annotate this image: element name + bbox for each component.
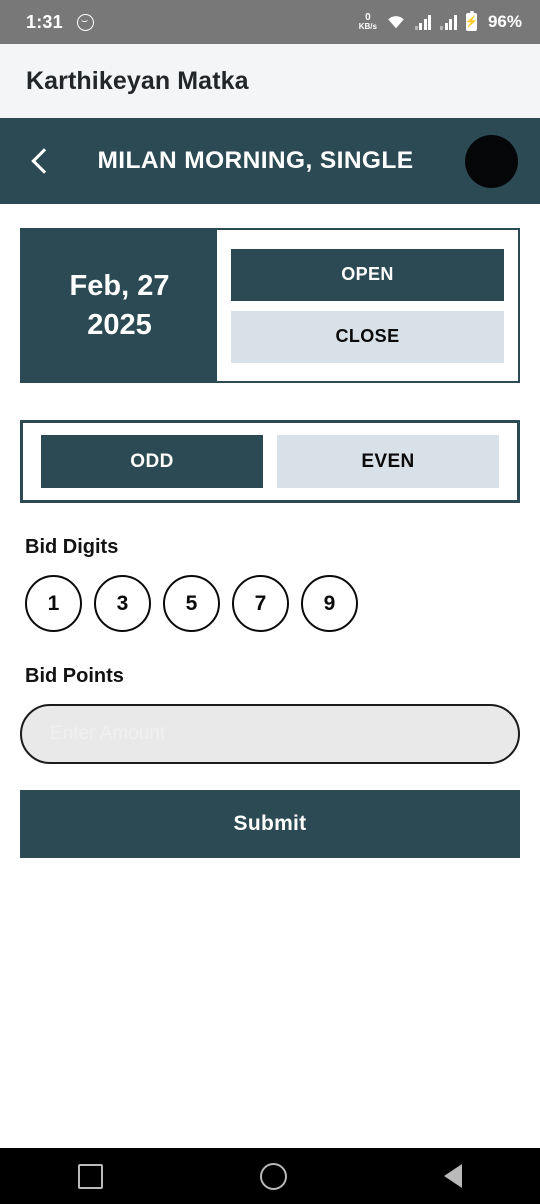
bid-digit-button[interactable]: 3 [94, 575, 151, 632]
submit-button[interactable]: Submit [20, 790, 520, 858]
status-bar-right: 0 KB/s ⚡ 96% [359, 10, 522, 32]
session-selector-card: Feb, 27 2025 OPEN CLOSE [20, 228, 520, 383]
network-speed-indicator: 0 KB/s [359, 13, 377, 31]
wifi-icon [386, 14, 406, 30]
bid-digits-row: 1 3 5 7 9 [20, 575, 520, 632]
screen-header: MILAN MORNING, SINGLE [0, 118, 540, 204]
charging-bolt-icon: ⚡ [464, 15, 479, 28]
triangle-back-icon[interactable] [443, 1164, 462, 1188]
bid-date: Feb, 27 2025 [22, 230, 217, 381]
avatar[interactable] [465, 134, 518, 188]
network-speed-unit: KB/s [358, 22, 377, 31]
app-title: Karthikeyan Matka [26, 66, 249, 95]
bid-digit-button[interactable]: 5 [163, 575, 220, 632]
parity-selector-card: ODD EVEN [20, 420, 520, 503]
status-clock: 1:31 [26, 11, 63, 32]
status-bar: 1:31 0 KB/s ⚡ 96% [0, 0, 540, 44]
circle-home-icon[interactable] [259, 1162, 287, 1190]
parity-odd-button[interactable]: ODD [41, 435, 263, 488]
bid-digit-button[interactable]: 1 [25, 575, 82, 632]
bid-points-label: Bid Points [25, 665, 124, 687]
cellular-signal-icon-2 [440, 14, 457, 30]
status-bar-left: 1:31 [26, 12, 94, 33]
bid-digits-label: Bid Digits [25, 536, 119, 558]
cellular-signal-icon-1 [414, 14, 432, 30]
bid-date-line1: Feb, 27 [69, 270, 170, 303]
page-title: MILAN MORNING, SINGLE [97, 147, 414, 174]
app-title-bar: Karthikeyan Matka [0, 44, 540, 118]
bid-digit-button[interactable]: 7 [232, 575, 289, 632]
parity-even-button[interactable]: EVEN [277, 435, 499, 488]
bid-amount-input[interactable] [20, 704, 520, 764]
session-close-button[interactable]: CLOSE [231, 310, 504, 363]
main-content: Feb, 27 2025 OPEN CLOSE ODD EVEN Bid Dig… [0, 228, 540, 858]
smiley-face-icon [76, 13, 94, 31]
bid-date-line2: 2025 [87, 308, 152, 341]
battery-charging-icon: ⚡ [464, 10, 479, 31]
android-system-nav [0, 1148, 540, 1204]
session-buttons: OPEN CLOSE [217, 230, 518, 381]
session-open-button[interactable]: OPEN [231, 248, 504, 301]
square-recents-icon[interactable] [78, 1163, 104, 1189]
battery-percentage: 96% [487, 12, 522, 31]
chevron-left-icon[interactable] [28, 146, 54, 176]
bid-digit-button[interactable]: 9 [301, 575, 358, 632]
